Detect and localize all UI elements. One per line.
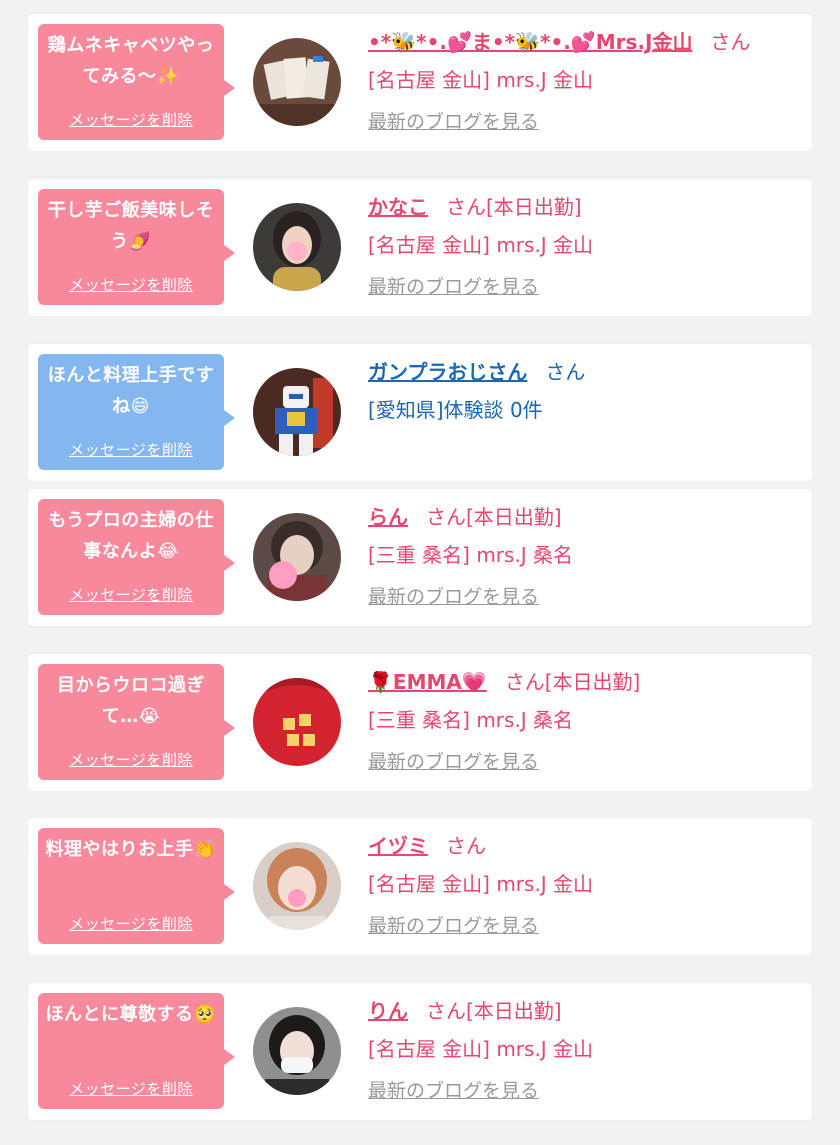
delete-message-link[interactable]: メッセージを削除 [38, 1078, 224, 1099]
masked-woman-avatar-icon [253, 1007, 341, 1095]
woman-photo-avatar-icon [253, 203, 341, 291]
delete-message-link[interactable]: メッセージを削除 [38, 584, 224, 605]
avatar[interactable] [253, 38, 341, 126]
latest-blog-link[interactable]: 最新のブログを見る [368, 581, 539, 613]
name-suffix: さん [710, 30, 751, 54]
sender-name-link[interactable]: イヅミ [368, 834, 428, 858]
avatar[interactable] [253, 1007, 341, 1095]
delete-message-link[interactable]: メッセージを削除 [38, 109, 224, 130]
name-suffix: さん[本日出勤] [504, 670, 641, 694]
message-card: もうプロの主婦の仕事なんよ😂 メッセージを削除 らん さん[本日出勤] [三重 桑… [28, 489, 812, 626]
woman-photo-avatar-icon [253, 842, 341, 930]
shop-info: [三重 桑名] mrs.J 桑名 [368, 543, 574, 567]
message-text: ほんとに尊敬する🥺 [45, 1004, 217, 1025]
sender-name-link[interactable]: •*🐝*•.💕ま•*🐝*•.💕Mrs.J金山 [368, 30, 692, 54]
latest-blog-link[interactable]: 最新のブログを見る [368, 746, 539, 778]
shop-info: [名古屋 金山] mrs.J 金山 [368, 68, 594, 92]
sender-name-link[interactable]: かなこ [368, 195, 428, 219]
message-text: 鶏ムネキャベツやってみる〜✨ [47, 35, 215, 87]
message-card: 鶏ムネキャベツやってみる〜✨ メッセージを削除 •*🐝*•.💕ま•*🐝*•.💕M… [28, 14, 812, 151]
name-suffix: さん [446, 834, 486, 858]
avatar[interactable] [253, 203, 341, 291]
message-text: もうプロの主婦の仕事なんよ😂 [48, 510, 214, 562]
latest-blog-link[interactable]: 最新のブログを見る [368, 106, 539, 138]
name-suffix: さん[本日出勤] [426, 999, 562, 1023]
message-bubble: 目からウロコ過ぎて…😭 メッセージを削除 [38, 664, 235, 780]
sender-name-link[interactable]: りん [368, 999, 408, 1023]
avatar[interactable] [253, 368, 341, 456]
avatar[interactable] [253, 678, 341, 766]
message-card: 目からウロコ過ぎて…😭 メッセージを削除 🌹EMMA💗 さん[本日出勤] [三重 … [28, 654, 812, 791]
sender-name-link[interactable]: 🌹EMMA💗 [368, 670, 487, 694]
sender-name-link[interactable]: ガンプラおじさん [368, 360, 527, 384]
delete-message-link[interactable]: メッセージを削除 [38, 749, 224, 770]
message-bubble: 料理やはりお上手👏 メッセージを削除 [38, 828, 235, 944]
shop-info: [名古屋 金山] mrs.J 金山 [368, 872, 594, 896]
message-bubble: ほんと料理上手ですね😄 メッセージを削除 [38, 354, 235, 470]
message-text: 干し芋ご飯美味しそう🍠 [47, 200, 215, 252]
documents-photo-avatar-icon [253, 38, 341, 126]
robot-model-avatar-icon [253, 368, 341, 456]
delete-message-link[interactable]: メッセージを削除 [38, 274, 224, 295]
message-bubble: もうプロの主婦の仕事なんよ😂 メッセージを削除 [38, 499, 235, 615]
name-suffix: さん[本日出勤] [426, 505, 562, 529]
delete-message-link[interactable]: メッセージを削除 [38, 439, 224, 460]
name-suffix: さん[本日出勤] [446, 195, 582, 219]
message-text: 目からウロコ過ぎて…😭 [57, 675, 205, 727]
delete-message-link[interactable]: メッセージを削除 [38, 913, 224, 934]
message-bubble: 鶏ムネキャベツやってみる〜✨ メッセージを削除 [38, 24, 235, 140]
latest-blog-link[interactable]: 最新のブログを見る [368, 1075, 539, 1107]
review-info: [愛知県]体験談 0件 [368, 398, 543, 422]
message-text: ほんと料理上手ですね😄 [47, 365, 215, 417]
name-suffix: さん [545, 360, 586, 384]
red-hoodie-avatar-icon [253, 678, 341, 766]
message-text: 料理やはりお上手👏 [45, 839, 217, 860]
avatar[interactable] [253, 842, 341, 930]
shop-info: [三重 桑名] mrs.J 桑名 [368, 708, 574, 732]
shop-info: [名古屋 金山] mrs.J 金山 [368, 233, 594, 257]
shop-info: [名古屋 金山] mrs.J 金山 [368, 1037, 594, 1061]
message-card: ほんとに尊敬する🥺 メッセージを削除 りん さん[本日出勤] [名古屋 金山] m… [28, 983, 812, 1120]
sender-name-link[interactable]: らん [368, 505, 408, 529]
blurred-woman-avatar-icon [253, 513, 341, 601]
avatar[interactable] [253, 513, 341, 601]
message-bubble: 干し芋ご飯美味しそう🍠 メッセージを削除 [38, 189, 235, 305]
latest-blog-link[interactable]: 最新のブログを見る [368, 910, 539, 942]
message-card: 干し芋ご飯美味しそう🍠 メッセージを削除 かなこ さん[本日出勤] [名古屋 金山… [28, 179, 812, 316]
latest-blog-link[interactable]: 最新のブログを見る [368, 271, 539, 303]
message-card: 料理やはりお上手👏 メッセージを削除 イヅミ さん [名古屋 金山] mrs.J … [28, 818, 812, 955]
message-card: ほんと料理上手ですね😄 メッセージを削除 ガンプラおじさん さん [愛知県]体験談… [28, 344, 812, 481]
message-bubble: ほんとに尊敬する🥺 メッセージを削除 [38, 993, 235, 1109]
